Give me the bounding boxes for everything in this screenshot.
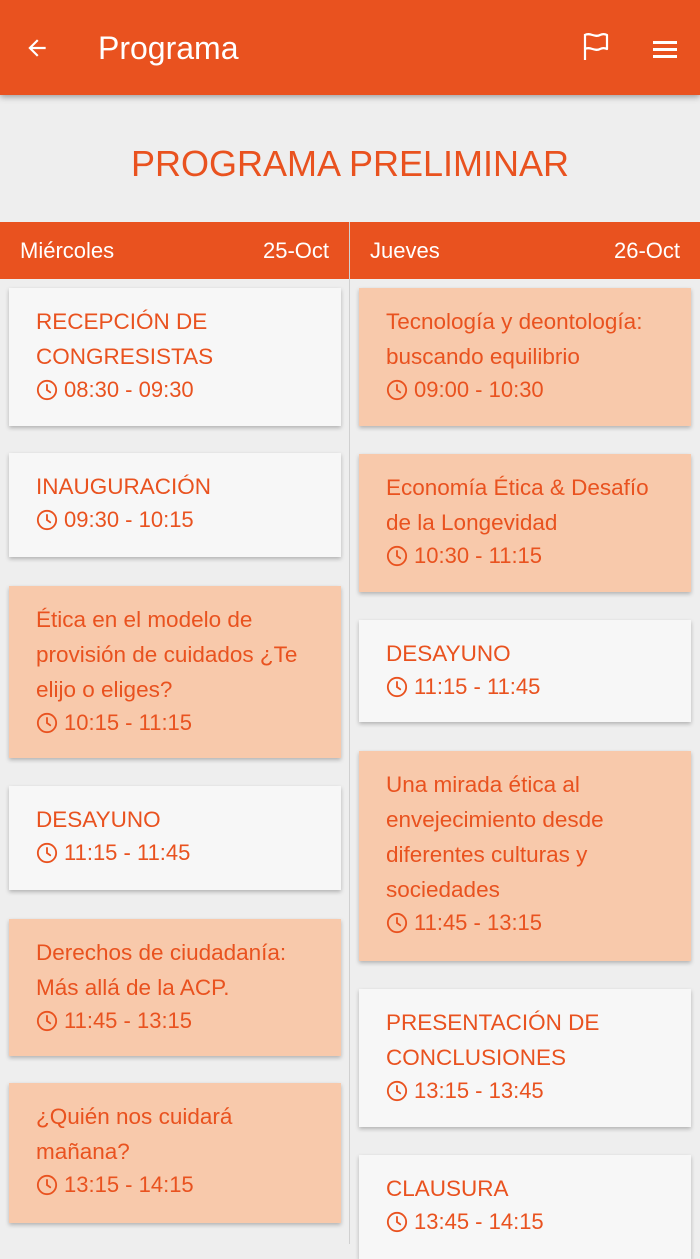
event-time-text: 11:15 - 11:45 [414,674,541,699]
event-time: 09:30 - 10:15 [36,504,315,536]
clock-icon [386,379,408,401]
event-card[interactable]: Tecnología y deontología: buscando equili… [359,288,691,426]
event-title: Una mirada ética al envejecimiento desde d… [386,772,604,902]
flag-icon [583,32,609,60]
clock-icon [386,912,408,934]
day-name: Jueves [370,237,440,263]
app-bar: Programa [0,0,700,95]
event-time: 13:45 - 14:15 [386,1206,665,1238]
event-card[interactable]: DESAYUNO 11:15 - 11:45 [9,786,341,890]
program-heading: PROGRAMA PRELIMINAR [130,143,570,184]
event-time-text: 09:30 - 10:15 [64,507,194,532]
day-date: 26-Oct [613,237,680,263]
event-time-text: 11:45 - 13:15 [64,1008,193,1033]
day-header-wednesday: Miércoles 25-Oct [0,222,349,279]
event-card[interactable]: Ética en el modelo de provisión de cuidad… [9,586,341,758]
event-time-text: 10:30 - 11:15 [414,543,543,568]
day-date: 25-Oct [262,237,329,263]
event-time: 13:15 - 14:15 [36,1169,315,1201]
clock-icon [36,1010,58,1032]
event-card[interactable]: Derechos de ciudadanía: Más allá de la AC… [9,919,341,1056]
event-card[interactable]: DESAYUNO 11:15 - 11:45 [359,620,691,722]
column-divider [349,222,350,1244]
event-time: 09:00 - 10:30 [386,374,665,406]
day-name: Miércoles [20,237,115,263]
event-card[interactable]: ¿Quién nos cuidará mañana? 13:15 - 14:15 [9,1083,341,1223]
event-time-text: 13:15 - 13:45 [414,1078,544,1103]
event-card[interactable]: Economía Ética & Desafío de la Longevidad… [359,454,691,592]
clock-icon [36,379,58,401]
event-time-text: 09:00 - 10:30 [414,377,544,402]
event-card[interactable]: RECEPCIÓN DE CONGRESISTAS 08:30 - 09:30 [9,288,341,426]
event-card[interactable]: Una mirada ética al envejecimiento desde d… [359,751,691,961]
event-title: RECEPCIÓN DE CONGRESISTAS [36,309,214,369]
clock-icon [386,1080,408,1102]
event-time: 11:15 - 11:45 [386,671,665,703]
event-title: Ética en el modelo de provisión de cuidad… [36,607,298,702]
clock-icon [36,712,58,734]
event-time-text: 10:15 - 11:15 [64,710,193,735]
event-time: 08:30 - 09:30 [36,374,315,406]
day-header-thursday: Jueves 26-Oct [350,222,700,279]
event-card[interactable]: INAUGURACIÓN 09:30 - 10:15 [9,453,341,557]
clock-icon [386,545,408,567]
event-time-text: 13:45 - 14:15 [414,1209,544,1234]
event-time: 11:45 - 13:15 [386,907,665,939]
event-time-text: 11:15 - 11:45 [64,840,191,865]
clock-icon [36,842,58,864]
event-time: 10:30 - 11:15 [386,540,665,572]
event-card[interactable]: CLAUSURA 13:45 - 14:15 [359,1155,691,1259]
event-title: CLAUSURA [386,1176,509,1201]
clock-icon [386,1211,408,1233]
clock-icon [386,676,408,698]
event-time-text: 11:45 - 13:15 [414,910,543,935]
event-title: Economía Ética & Desafío de la Longevidad [386,475,649,535]
event-title: ¿Quién nos cuidará mañana? [36,1104,233,1164]
event-time: 11:45 - 13:15 [36,1005,315,1037]
event-time-text: 13:15 - 14:15 [64,1172,194,1197]
event-title: Tecnología y deontología: buscando equili… [386,309,643,369]
event-title: DESAYUNO [386,641,511,666]
back-button[interactable] [22,30,52,66]
flag-button[interactable] [580,30,612,62]
event-time: 11:15 - 11:45 [36,837,315,869]
event-title: Derechos de ciudadanía: Más allá de la AC… [36,940,287,1000]
clock-icon [36,509,58,531]
event-time: 13:15 - 13:45 [386,1075,665,1107]
arrow-left-icon [28,39,46,57]
event-title: PRESENTACIÓN DE CONCLUSIONES [386,1010,600,1070]
event-time-text: 08:30 - 09:30 [64,377,194,402]
clock-icon [36,1174,58,1196]
event-time: 10:15 - 11:15 [36,707,315,739]
event-title: DESAYUNO [36,807,161,832]
menu-button[interactable] [650,34,680,64]
event-title: INAUGURACIÓN [36,474,212,499]
event-card[interactable]: PRESENTACIÓN DE CONCLUSIONES 13:15 - 13:45 [359,989,691,1127]
menu-icon [653,41,677,58]
page-title: Programa [98,30,239,66]
